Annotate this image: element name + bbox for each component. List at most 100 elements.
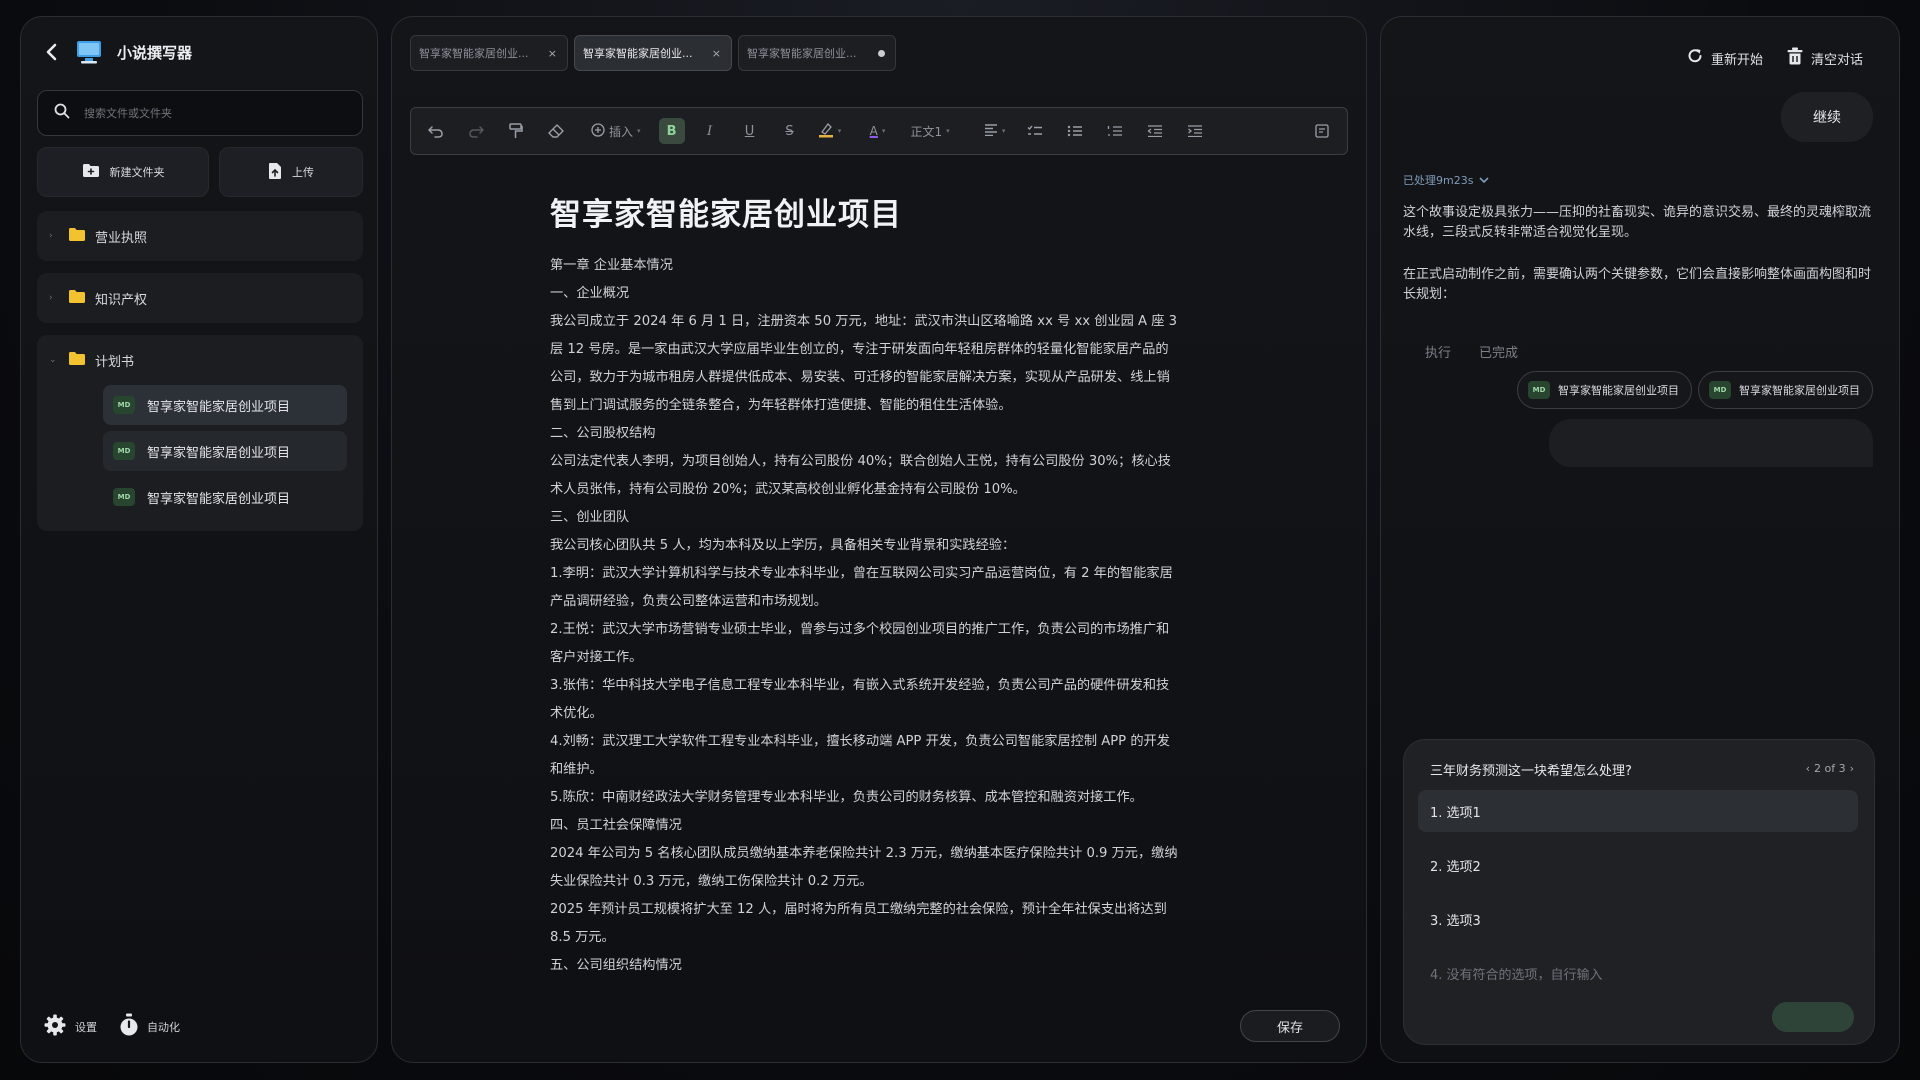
editor-panel: 智享家智能家居创业... × 智享家智能家居创业... × 智享家智能家居创业.… [391,16,1367,1063]
undo-icon[interactable] [421,116,451,146]
folder-plus-icon [82,163,100,181]
chevron-right-icon: › [49,231,53,241]
folder-label: 营业执照 [95,230,148,246]
task-list-icon[interactable] [1020,116,1050,146]
back-arrow-icon[interactable] [41,40,61,64]
align-button[interactable]: ▾ [980,116,1010,146]
plus-circle-icon [591,122,605,140]
document-paragraphs: 第一章 企业基本情况 一、企业概况 我公司成立于 2024 年 6 月 1 日，注册… [550,252,1210,980]
redo-icon[interactable] [461,116,491,146]
save-button[interactable]: 保存 [1240,1010,1340,1042]
app-logo-icon [75,39,103,65]
document-paragraph: 二、公司股权结构 [550,426,656,441]
file-item[interactable]: MD 智享家智能家居创业项目 [103,477,347,517]
stopwatch-icon [119,1013,139,1040]
unsaved-dot-icon[interactable] [878,49,885,57]
document-paragraph: 我公司核心团队共 5 人，均为本科及以上学历，具备相关专业背景和实践经验： [550,538,1016,553]
chevron-left-icon[interactable]: ‹ [1806,762,1810,775]
clear-chat-button[interactable]: 清空对话 [1787,47,1863,69]
underline-button[interactable]: U [735,116,765,146]
file-item[interactable]: MD 智享家智能家居创业项目 [103,385,347,425]
file-chip[interactable]: MD 智享家智能家居创业项目 [1517,371,1692,409]
clear-chat-label: 清空对话 [1810,52,1863,68]
outdent-icon[interactable] [1140,116,1170,146]
answer-option[interactable]: 2. 选项2 [1418,844,1858,886]
chevron-right-icon: › [49,293,53,303]
format-toolbar: 插入 ▾ B I U S ▾ A ▾ 正文1 ▾ ▾ [410,107,1348,155]
indent-icon[interactable] [1180,116,1210,146]
file-sidebar: 小说撰写器 新建文件夹 上传 › 营业执照 › 知识 [20,16,378,1063]
document-paragraph: 2.王悦：武汉大学市场营销专业硕士毕业，曾参与过多个校园创业项目的推广工作，负责… [550,622,1170,637]
document-paragraph: 8.5 万元。 [550,930,615,945]
caret-down-icon: ▾ [1001,127,1006,135]
editor-tab-active[interactable]: 智享家智能家居创业... × [574,35,732,71]
numbered-list-icon[interactable] [1100,116,1130,146]
insert-label: 插入 [609,124,634,139]
chevron-right-icon[interactable]: › [1850,762,1854,775]
folder-item[interactable]: ⌄ 计划书 [37,335,363,385]
tab-label: 智享家智能家居创业... [419,47,529,60]
answer-option[interactable]: 1. 选项1 [1418,790,1858,832]
document-paragraph: 五、公司组织结构情况 [550,958,682,973]
processing-time-toggle[interactable]: 已处理9m23s [1403,172,1490,188]
highlight-button[interactable]: ▾ [815,116,845,146]
custom-answer-input[interactable]: 4. 没有符合的选项，自行输入 [1418,952,1858,994]
step-status: 执行 已完成 [1425,342,1518,361]
new-folder-button[interactable]: 新建文件夹 [37,147,209,197]
document-paragraph: 第一章 企业基本情况 [550,258,673,273]
document-paragraph: 术人员张伟，持有公司股份 20%；武汉某高校创业孵化基金持有公司股份 10%。 [550,482,1026,497]
markdown-file-icon: MD [113,442,135,460]
automation-button[interactable]: 自动化 [119,1013,180,1040]
document-paragraph: 售到上门调试服务的全链条整合，为年轻群体打造便捷、智能的租住生活体验。 [550,398,1012,413]
italic-button[interactable]: I [695,116,725,146]
submit-answer-button[interactable] [1772,1002,1854,1032]
document-paragraph: 1.李明：武汉大学计算机科学与技术专业本科毕业，曾在互联网公司实习产品运营岗位，… [550,566,1173,581]
folder-item[interactable]: › 营业执照 [37,211,363,261]
assistant-message: 在正式启动制作之前，需要确认两个关键参数，它们会直接影响整体画面构图和时长规划： [1403,267,1872,302]
user-message-bubble [1549,419,1873,467]
search-input[interactable] [84,106,334,120]
assistant-message: 这个故事设定极具张力——压抑的社畜现实、诡异的意识交易、最终的灵魂榨取流水线，三… [1403,205,1872,240]
settings-button[interactable]: 设置 [43,1013,97,1040]
pager-label: 2 of 3 [1814,762,1846,775]
document-body[interactable]: 智享家智能家居创业项目 第一章 企业基本情况 一、企业概况 我公司成立于 2024 … [550,189,1210,980]
app-title: 小说撰写器 [117,43,193,62]
chat-actions: 重新开始 清空对话 [1687,47,1863,69]
editor-tabs: 智享家智能家居创业... × 智享家智能家居创业... × 智享家智能家居创业.… [410,35,896,71]
continue-button[interactable]: 继续 [1781,92,1873,142]
strikethrough-button[interactable]: S [775,116,805,146]
restart-button[interactable]: 重新开始 [1687,47,1763,69]
document-paragraph: 四、员工社会保障情况 [550,818,682,833]
file-chip[interactable]: MD 智享家智能家居创业项目 [1698,371,1873,409]
folder-icon [69,289,85,307]
eraser-icon[interactable] [541,116,571,146]
upload-button[interactable]: 上传 [219,147,363,197]
editor-tab[interactable]: 智享家智能家居创业... × [410,35,568,71]
attached-files: MD 智享家智能家居创业项目 MD 智享家智能家居创业项目 [1517,371,1873,409]
document-paragraph: 5.陈欣：中南财经政法大学财务管理专业本科毕业，负责公司的财务核算、成本管控和融… [550,790,1143,805]
bold-button[interactable]: B [658,118,685,144]
paragraph-style-select[interactable]: 正文1 ▾ [911,116,950,146]
editor-tab[interactable]: 智享家智能家居创业... [738,35,896,71]
restart-label: 重新开始 [1710,52,1763,68]
file-search-box[interactable] [37,90,363,136]
file-label: 智享家智能家居创业项目 [147,399,291,415]
format-painter-icon[interactable] [501,116,531,146]
gear-icon [43,1013,67,1040]
folder-item[interactable]: › 知识产权 [37,273,363,323]
close-icon[interactable]: × [548,47,557,60]
document-paragraph: 一、企业概况 [550,286,630,301]
markdown-file-icon: MD [113,488,135,506]
file-item[interactable]: MD 智享家智能家居创业项目 [103,431,347,471]
insert-menu[interactable]: 插入 ▾ [591,116,641,146]
chevron-down-icon [1479,174,1490,187]
bullet-list-icon[interactable] [1060,116,1090,146]
settings-label: 设置 [75,1020,97,1034]
answer-option[interactable]: 3. 选项3 [1418,898,1858,940]
chevron-down-icon: ⌄ [49,355,57,365]
close-icon[interactable]: × [712,47,721,60]
font-color-button[interactable]: A ▾ [863,116,893,146]
question-title: 三年财务预测这一块希望怎么处理? [1430,764,1632,779]
file-chip-label: 智享家智能家居创业项目 [1739,384,1860,397]
more-options-icon[interactable] [1307,116,1337,146]
